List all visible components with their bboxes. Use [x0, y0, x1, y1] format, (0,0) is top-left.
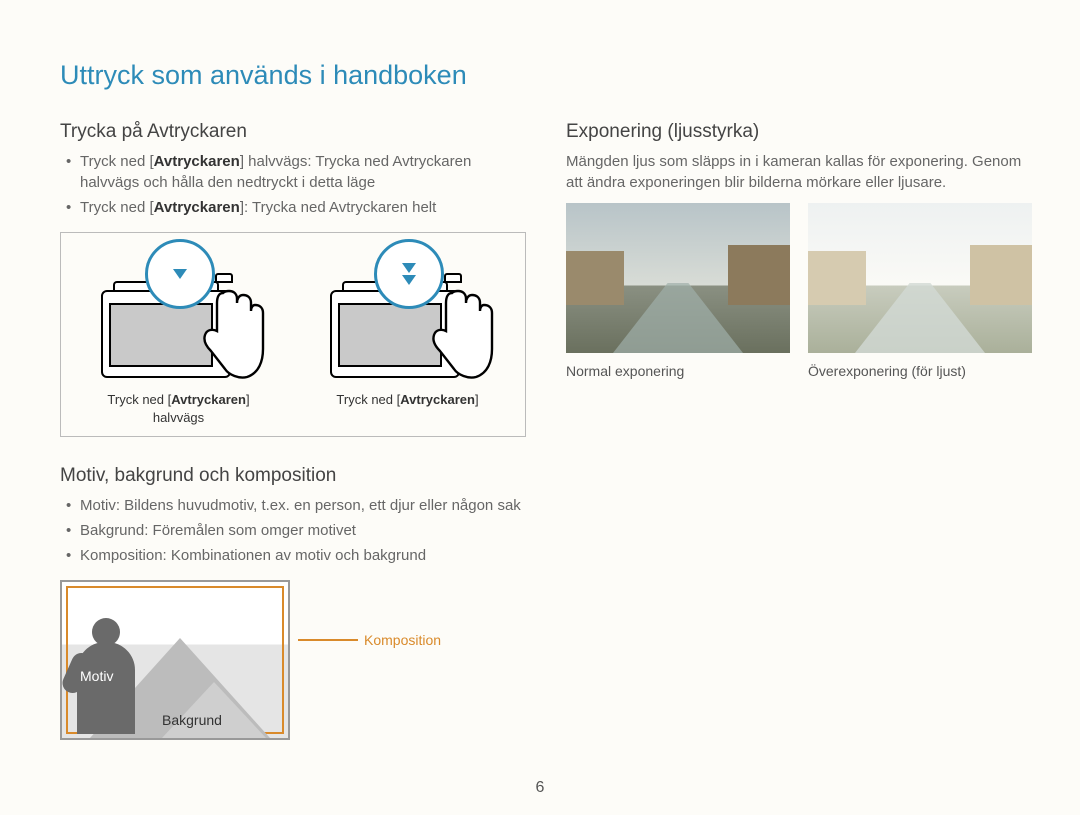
shutter-diagram-box: Tryck ned [Avtryckaren] halvvägs: [60, 232, 526, 437]
caption-half: Tryck ned [Avtryckaren] halvvägs: [69, 391, 288, 426]
section-heading-composition: Motiv, bakgrund och komposition: [60, 465, 526, 487]
chevron-down-icon: [402, 263, 416, 273]
photo-image: [808, 203, 1032, 353]
photo-label-normal: Normal exponering: [566, 363, 790, 379]
callout-komposition: Komposition: [298, 632, 441, 648]
photo-over-exposure: Överexponering (för ljust): [808, 203, 1032, 379]
left-column: Trycka på Avtryckaren Tryck ned [Avtryck…: [60, 121, 526, 740]
mountain-shape: [162, 682, 266, 738]
page-number: 6: [536, 779, 545, 797]
composition-figure: Motiv Bakgrund: [60, 580, 290, 740]
caption-full: Tryck ned [Avtryckaren]: [298, 391, 517, 409]
label-bakgrund: Bakgrund: [162, 712, 222, 728]
chevron-down-icon: [402, 275, 416, 285]
composition-list: Motiv: Bildens huvudmotiv, t.ex. en pers…: [60, 495, 526, 566]
shutter-full-press-figure: Tryck ned [Avtryckaren]: [298, 245, 517, 426]
photo-image: [566, 203, 790, 353]
exposure-paragraph: Mängden ljus som släpps in i kameran kal…: [566, 151, 1032, 193]
section-heading-exposure: Exponering (ljusstyrka): [566, 121, 1032, 143]
half-press-badge: [145, 239, 215, 309]
page-title: Uttryck som används i handboken: [60, 60, 1032, 91]
list-item: Tryck ned [Avtryckaren]: Trycka ned Avtr…: [66, 197, 526, 218]
photo-normal-exposure: Normal exponering: [566, 203, 790, 379]
right-column: Exponering (ljusstyrka) Mängden ljus som…: [566, 121, 1032, 740]
full-press-badge: [374, 239, 444, 309]
label-motiv: Motiv: [80, 668, 113, 684]
list-item: Bakgrund: Föremålen som omger motivet: [66, 520, 526, 541]
photo-label-over: Överexponering (för ljust): [808, 363, 1032, 379]
list-item: Tryck ned [Avtryckaren] halvvägs: Trycka…: [66, 151, 526, 193]
exposure-examples: Normal exponering Överexponering (för lj…: [566, 203, 1032, 379]
shutter-half-press-figure: Tryck ned [Avtryckaren] halvvägs: [69, 245, 288, 426]
list-item: Motiv: Bildens huvudmotiv, t.ex. en pers…: [66, 495, 526, 516]
section-heading-shutter: Trycka på Avtryckaren: [60, 121, 526, 143]
list-item: Komposition: Kombinationen av motiv och …: [66, 545, 526, 566]
shutter-list: Tryck ned [Avtryckaren] halvvägs: Trycka…: [60, 151, 526, 218]
chevron-down-icon: [173, 269, 187, 279]
